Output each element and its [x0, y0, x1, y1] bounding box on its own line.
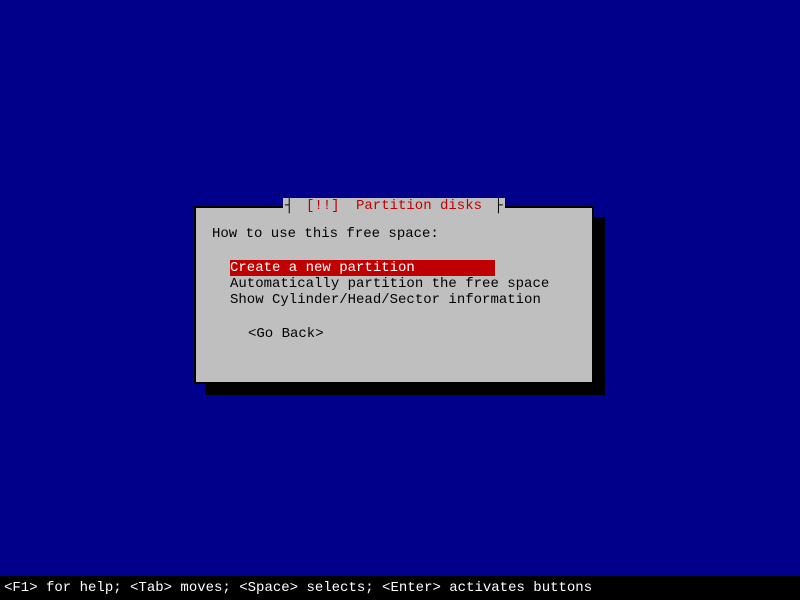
option-auto-partition[interactable]: Automatically partition the free space	[230, 276, 576, 292]
go-back-button[interactable]: <Go Back>	[248, 326, 576, 342]
title-label	[342, 198, 354, 214]
option-create-partition[interactable]: Create a new partition	[230, 260, 495, 276]
dialog-title: ┤ [!!] Partition disks ├	[196, 198, 592, 214]
partition-dialog: ┤ [!!] Partition disks ├ How to use this…	[194, 206, 594, 384]
dialog-content: How to use this free space: Create a new…	[196, 208, 592, 342]
options-list: Create a new partition Automatically par…	[230, 260, 576, 308]
title-bracket-close: ├	[484, 198, 505, 214]
title-bracket-open: ┤	[283, 198, 304, 214]
dialog-prompt: How to use this free space:	[212, 226, 576, 242]
status-bar: <F1> for help; <Tab> moves; <Space> sele…	[0, 576, 800, 600]
title-text: Partition disks	[354, 198, 484, 214]
option-show-chs[interactable]: Show Cylinder/Head/Sector information	[230, 292, 576, 308]
title-marker: [!!]	[304, 198, 342, 214]
